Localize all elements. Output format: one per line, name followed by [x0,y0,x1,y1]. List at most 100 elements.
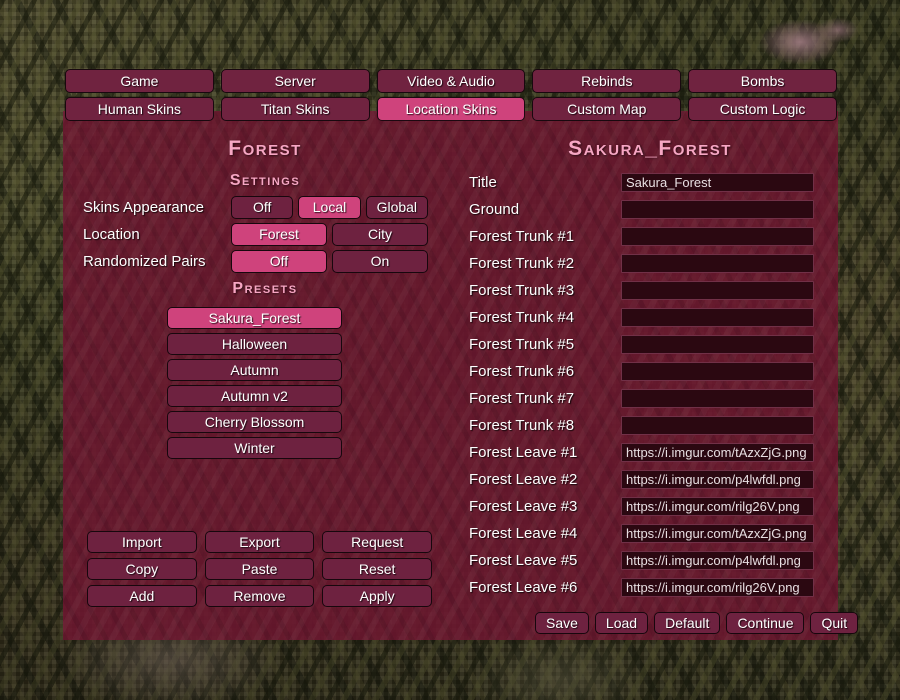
field-label-forest-leave-4: Forest Leave #4 [469,525,578,542]
field-row-forest-trunk-1: Forest Trunk #1 [469,223,814,250]
field-input-forest-leave-3[interactable] [621,497,814,516]
tab-rebinds[interactable]: Rebinds [532,69,682,93]
field-row-forest-leave-3: Forest Leave #3 [469,493,814,520]
tab-row-primary: Game Server Video & Audio Rebinds Bombs [65,69,837,93]
presets-list: Sakura_Forest Halloween Autumn Autumn v2… [167,307,342,459]
field-row-forest-leave-6: Forest Leave #6 [469,574,814,601]
left-panel-title: Forest [228,137,302,160]
field-label-forest-trunk-2: Forest Trunk #2 [469,255,575,272]
tab-video-audio[interactable]: Video & Audio [376,69,526,93]
randomized-pairs-off[interactable]: Off [231,250,327,273]
field-row-ground: Ground [469,196,814,223]
preset-item-autumn-v2[interactable]: Autumn v2 [167,385,342,407]
field-input-ground[interactable] [621,200,814,219]
load-button[interactable]: Load [594,612,649,634]
field-input-forest-trunk-1[interactable] [621,227,814,246]
location-forest[interactable]: Forest [231,223,327,246]
field-label-forest-leave-5: Forest Leave #5 [469,552,578,569]
field-input-forest-trunk-5[interactable] [621,335,814,354]
field-label-forest-trunk-1: Forest Trunk #1 [469,228,575,245]
export-button[interactable]: Export [204,531,315,553]
quit-button[interactable]: Quit [810,612,859,634]
preset-item-autumn[interactable]: Autumn [167,359,342,381]
bottom-button-bar: Save Load Default Continue Quit [535,612,859,634]
import-button[interactable]: Import [87,531,197,553]
tab-row-secondary: Human Skins Titan Skins Location Skins C… [65,97,837,121]
paste-button[interactable]: Paste [204,558,315,580]
field-row-title: Title [469,169,814,196]
field-input-forest-trunk-6[interactable] [621,362,814,381]
setting-row-skins-appearance: Skins Appearance Off Local Global [83,196,428,219]
preset-item-winter[interactable]: Winter [167,437,342,459]
field-input-forest-leave-2[interactable] [621,470,814,489]
preset-item-sakura-forest[interactable]: Sakura_Forest [167,307,342,329]
field-label-title: Title [469,174,497,191]
location-city[interactable]: City [332,223,428,246]
segmented-location: Forest City [231,223,428,246]
tab-titan-skins[interactable]: Titan Skins [220,97,370,121]
skins-appearance-global[interactable]: Global [365,196,428,219]
presets-heading: Presets [232,280,298,297]
field-input-forest-trunk-2[interactable] [621,254,814,273]
field-label-forest-trunk-4: Forest Trunk #4 [469,309,575,326]
skins-appearance-local[interactable]: Local [298,196,361,219]
settings-heading: Settings [229,172,301,189]
field-row-forest-leave-1: Forest Leave #1 [469,439,814,466]
field-input-forest-trunk-3[interactable] [621,281,814,300]
request-button[interactable]: Request [322,531,432,553]
tab-human-skins[interactable]: Human Skins [65,97,214,121]
field-label-forest-leave-2: Forest Leave #2 [469,471,578,488]
setting-row-location: Location Forest City [83,223,428,246]
add-button[interactable]: Add [87,585,197,607]
tab-custom-logic[interactable]: Custom Logic [688,97,837,121]
reset-button[interactable]: Reset [322,558,432,580]
field-row-forest-trunk-5: Forest Trunk #5 [469,331,814,358]
field-row-forest-trunk-7: Forest Trunk #7 [469,385,814,412]
preset-item-halloween[interactable]: Halloween [167,333,342,355]
setting-label-randomized-pairs: Randomized Pairs [83,253,206,270]
randomized-pairs-on[interactable]: On [332,250,428,273]
field-row-forest-trunk-3: Forest Trunk #3 [469,277,814,304]
right-panel-title: Sakura_Forest [568,137,732,160]
tab-server[interactable]: Server [220,69,370,93]
field-label-forest-trunk-6: Forest Trunk #6 [469,363,575,380]
field-input-forest-trunk-4[interactable] [621,308,814,327]
field-label-forest-trunk-3: Forest Trunk #3 [469,282,575,299]
skin-field-list: Title Ground Forest Trunk #1 Forest Trun… [469,169,814,601]
field-input-forest-leave-4[interactable] [621,524,814,543]
field-row-forest-trunk-8: Forest Trunk #8 [469,412,814,439]
action-button-grid: Import Export Request Copy Paste Reset A… [87,531,432,607]
field-input-title[interactable] [621,173,814,192]
field-input-forest-trunk-8[interactable] [621,416,814,435]
field-label-forest-leave-1: Forest Leave #1 [469,444,578,461]
apply-button[interactable]: Apply [322,585,432,607]
continue-button[interactable]: Continue [726,612,805,634]
tab-game[interactable]: Game [65,69,214,93]
field-row-forest-leave-5: Forest Leave #5 [469,547,814,574]
default-button[interactable]: Default [654,612,721,634]
segmented-skins-appearance: Off Local Global [231,196,428,219]
segmented-randomized-pairs: Off On [231,250,428,273]
tab-custom-map[interactable]: Custom Map [532,97,682,121]
skins-appearance-off[interactable]: Off [231,196,294,219]
tab-bar: Game Server Video & Audio Rebinds Bombs … [65,69,837,125]
setting-label-location: Location [83,226,140,243]
field-input-forest-leave-5[interactable] [621,551,814,570]
field-label-ground: Ground [469,201,520,218]
copy-button[interactable]: Copy [87,558,197,580]
field-label-forest-leave-6: Forest Leave #6 [469,579,578,596]
field-label-forest-trunk-8: Forest Trunk #8 [469,417,575,434]
remove-button[interactable]: Remove [204,585,315,607]
field-input-forest-leave-6[interactable] [621,578,814,597]
save-button[interactable]: Save [535,612,589,634]
field-row-forest-leave-2: Forest Leave #2 [469,466,814,493]
preset-item-cherry-blossom[interactable]: Cherry Blossom [167,411,342,433]
field-row-forest-trunk-6: Forest Trunk #6 [469,358,814,385]
field-input-forest-trunk-7[interactable] [621,389,814,408]
tab-bombs[interactable]: Bombs [688,69,837,93]
field-label-forest-trunk-5: Forest Trunk #5 [469,336,575,353]
setting-label-skins-appearance: Skins Appearance [83,199,204,216]
field-row-forest-leave-4: Forest Leave #4 [469,520,814,547]
field-input-forest-leave-1[interactable] [621,443,814,462]
tab-location-skins[interactable]: Location Skins [376,97,526,121]
